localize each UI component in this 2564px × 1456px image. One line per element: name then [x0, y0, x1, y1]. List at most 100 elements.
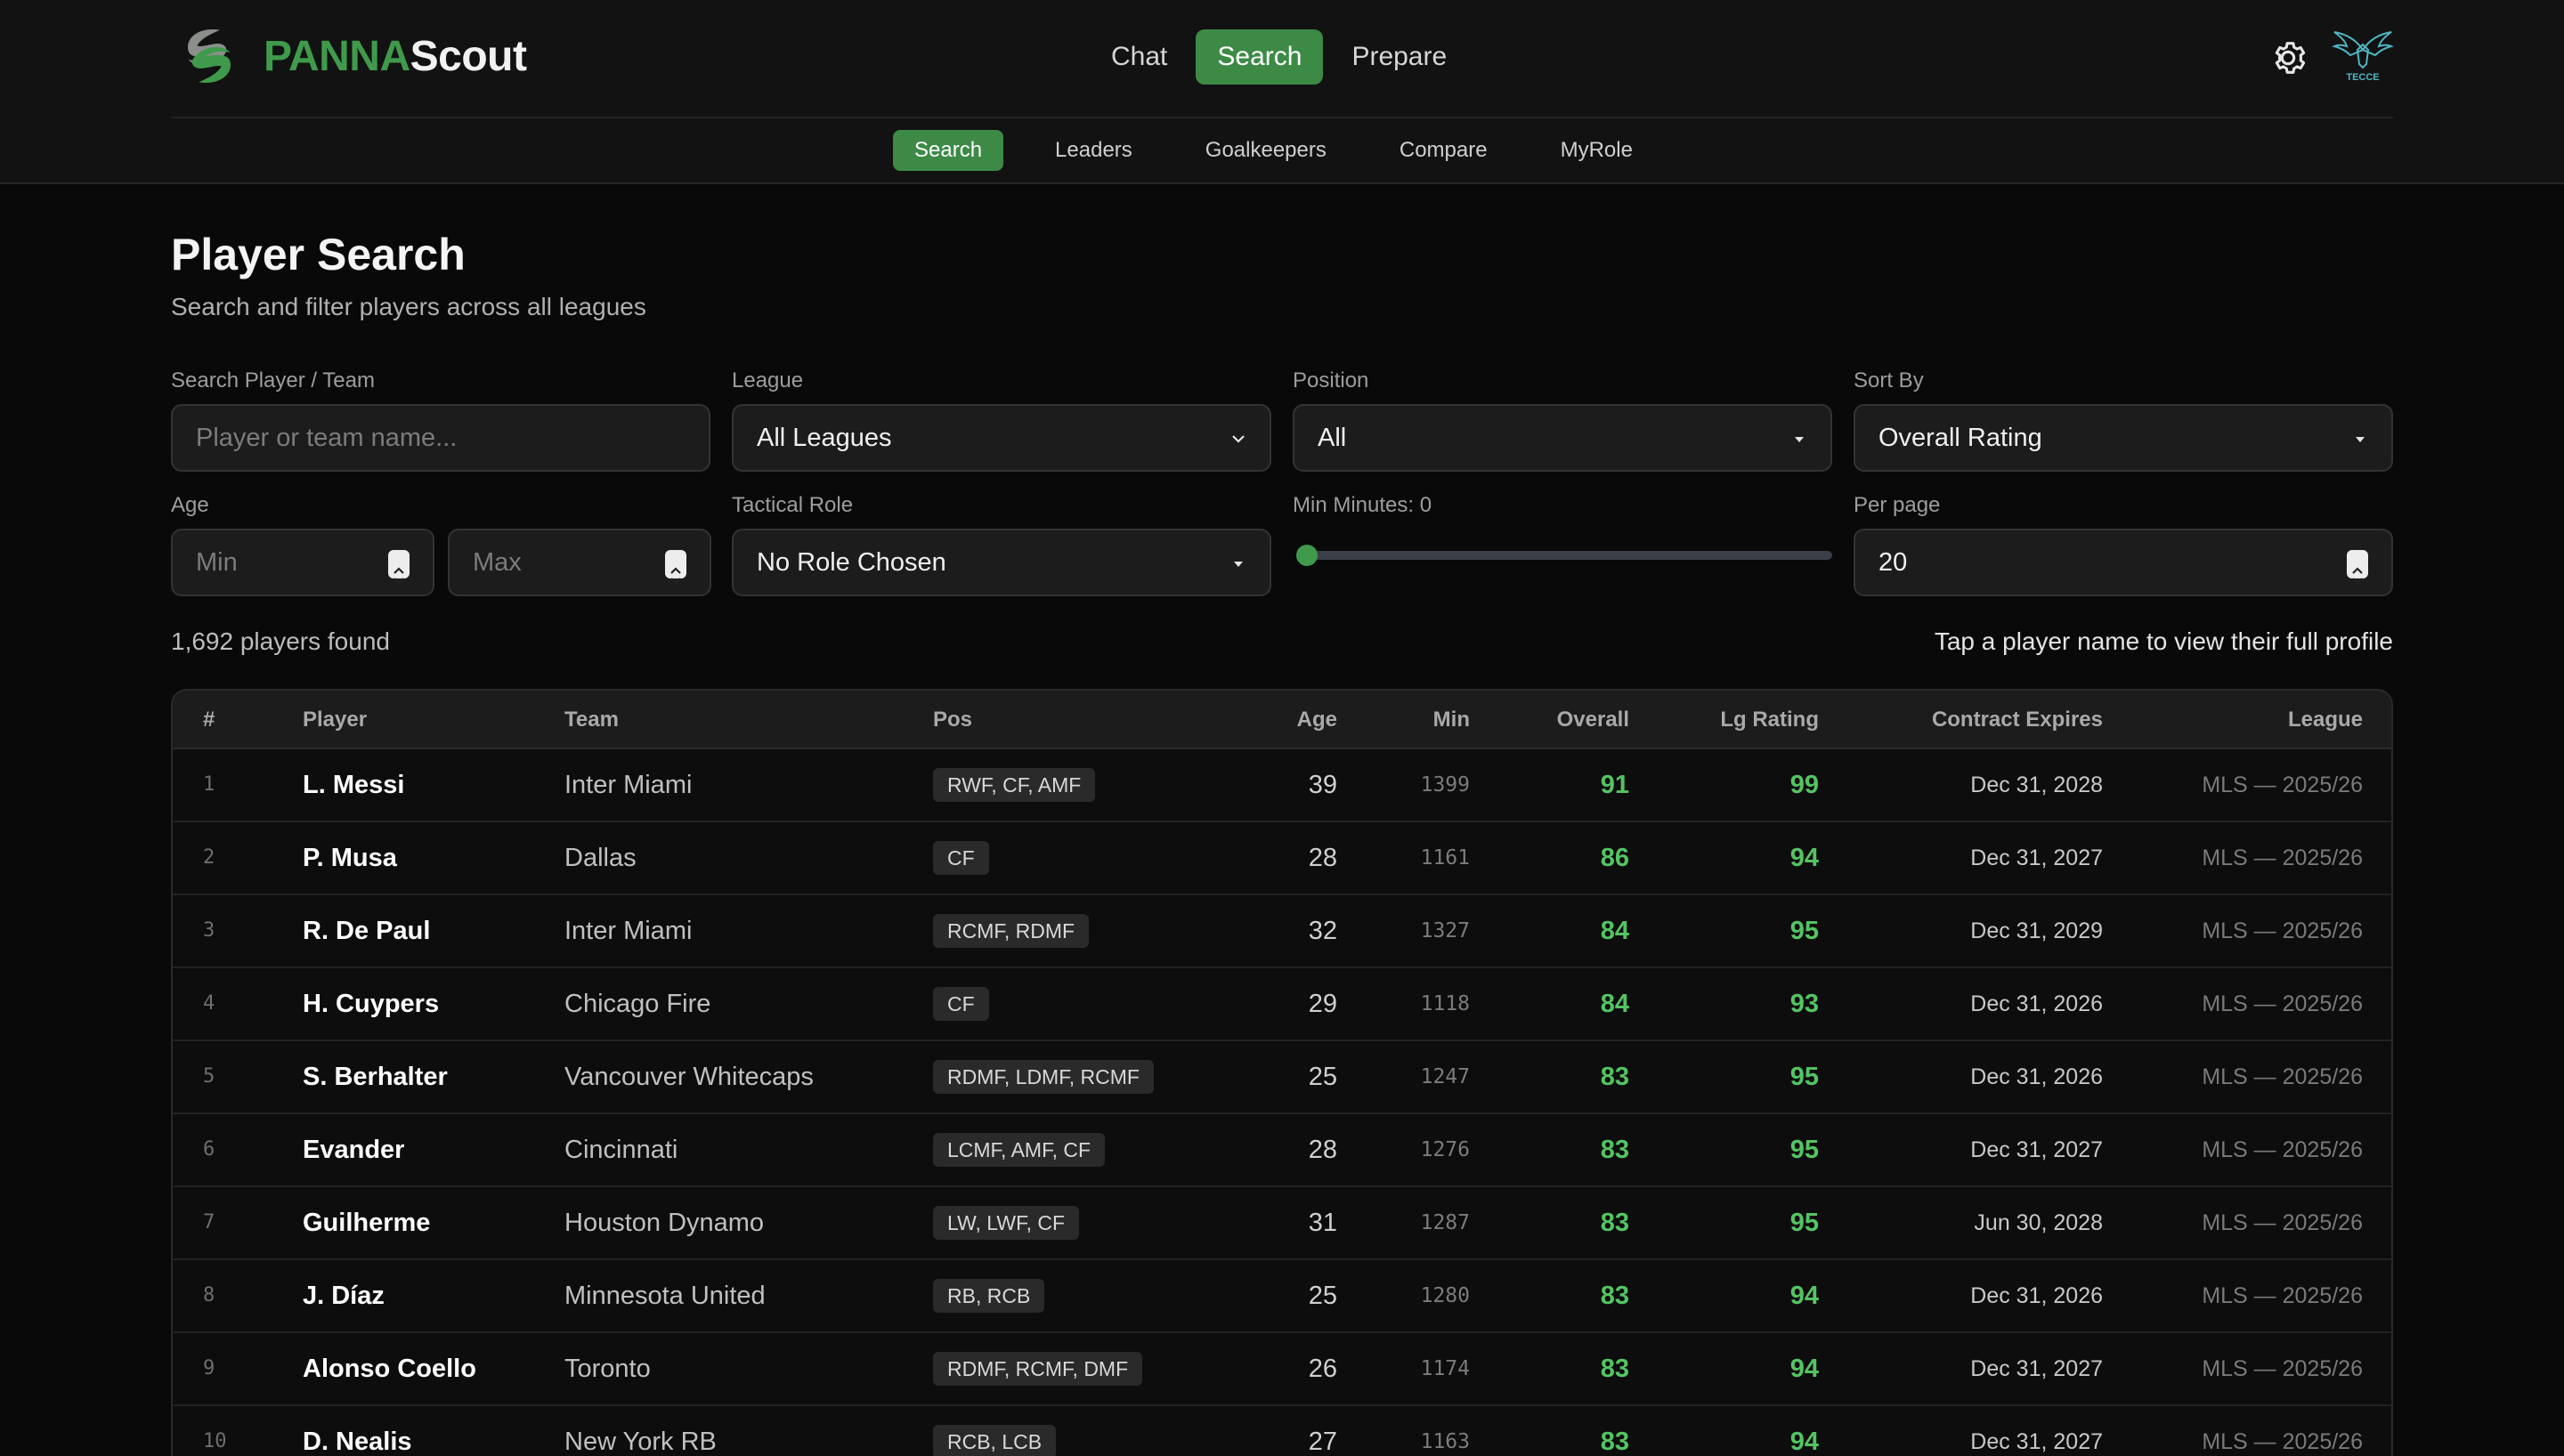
header-min[interactable]: Min: [1433, 691, 1470, 749]
row-age: 28: [1308, 844, 1337, 872]
row-league: MLS — 2025/26: [2202, 1283, 2363, 1308]
sub-nav-goalkeepers[interactable]: Goalkeepers: [1184, 130, 1348, 171]
main-nav: Chat Search Prepare: [1090, 29, 1468, 85]
row-player-name[interactable]: J. Díaz: [303, 1260, 385, 1331]
row-overall: 86: [1600, 844, 1629, 872]
row-player-name[interactable]: Evander: [303, 1114, 404, 1185]
table-row[interactable]: 4 H. Cuypers Chicago Fire CF 29 1118 84 93 Dec 3…: [173, 968, 2391, 1041]
row-overall: 83: [1600, 1209, 1629, 1237]
age-max-input[interactable]: Max: [448, 529, 711, 596]
header-lg-rating[interactable]: Lg Rating: [1720, 691, 1819, 749]
age-max-placeholder: Max: [473, 548, 522, 577]
header-team[interactable]: Team: [564, 691, 619, 749]
gear-icon[interactable]: [2268, 37, 2308, 78]
position-select[interactable]: All: [1293, 404, 1832, 472]
header-overall[interactable]: Overall: [1557, 691, 1629, 749]
sub-nav-search[interactable]: Search: [893, 130, 1004, 171]
row-overall: 83: [1600, 1428, 1629, 1456]
position-badge: RCMF, RDMF: [933, 913, 1090, 948]
app-name: PANNAScout: [264, 32, 527, 80]
row-league: MLS — 2025/26: [2202, 845, 2363, 870]
role-select-value: No Role Chosen: [757, 548, 946, 577]
table-row[interactable]: 5 S. Berhalter Vancouver Whitecaps RDMF, LD…: [173, 1041, 2391, 1114]
row-lg-rating: 94: [1789, 844, 1819, 872]
row-player-name[interactable]: D. Nealis: [303, 1406, 412, 1456]
row-num: 2: [203, 846, 215, 869]
table-row[interactable]: 1 L. Messi Inter Miami RWF, CF, AMF 39 1399 91…: [173, 749, 2391, 822]
header-pos[interactable]: Pos: [933, 691, 972, 749]
table-row[interactable]: 9 Alonso Coello Toronto RDMF, RCMF, DMF 26 11…: [173, 1333, 2391, 1406]
row-lg-rating: 94: [1789, 1282, 1819, 1310]
row-lg-rating: 95: [1789, 1136, 1819, 1164]
role-select[interactable]: No Role Chosen: [732, 529, 1271, 596]
table-row[interactable]: 10 D. Nealis New York RB RCB, LCB 27 1163 83 94…: [173, 1406, 2391, 1456]
search-input[interactable]: Player or team name...: [171, 404, 710, 472]
sort-select[interactable]: Overall Rating: [1854, 404, 2393, 472]
row-lg-rating: 99: [1789, 771, 1819, 799]
row-contract: Dec 31, 2027: [1970, 1429, 2103, 1454]
header-contract[interactable]: Contract Expires: [1932, 691, 2103, 749]
row-age: 28: [1308, 1136, 1337, 1164]
age-min-input[interactable]: Min: [171, 529, 434, 596]
main-nav-search[interactable]: Search: [1196, 29, 1324, 85]
table-row[interactable]: 6 Evander Cincinnati LCMF, AMF, CF 28 1276 83 9…: [173, 1114, 2391, 1187]
perpage-input[interactable]: 20: [1854, 529, 2393, 596]
row-contract: Dec 31, 2027: [1970, 845, 2103, 870]
row-lg-rating: 94: [1789, 1428, 1819, 1456]
row-team: Vancouver Whitecaps: [564, 1063, 814, 1091]
header-player[interactable]: Player: [303, 691, 367, 749]
row-num: 9: [203, 1357, 215, 1379]
row-player-name[interactable]: L. Messi: [303, 749, 404, 821]
row-positions: RB, RCB: [933, 1260, 1045, 1331]
row-player-name[interactable]: P. Musa: [303, 822, 397, 894]
sub-nav-compare[interactable]: Compare: [1378, 130, 1509, 171]
team-logo-text: TECCE: [2346, 72, 2379, 83]
row-age: 29: [1308, 990, 1337, 1018]
age-max-stepper[interactable]: [665, 550, 686, 585]
row-player-name[interactable]: Guilherme: [303, 1187, 430, 1258]
main-nav-prepare[interactable]: Prepare: [1330, 29, 1468, 85]
row-league: MLS — 2025/26: [2202, 772, 2363, 797]
row-player-name[interactable]: S. Berhalter: [303, 1041, 448, 1112]
search-label: Search Player / Team: [171, 368, 375, 392]
minutes-label: Min Minutes: 0: [1293, 493, 1432, 517]
header-num: #: [203, 708, 215, 732]
team-logo-icon[interactable]: TECCE: [2331, 23, 2395, 87]
page-title: Player Search: [171, 230, 466, 279]
position-badge: RWF, CF, AMF: [933, 767, 1096, 802]
row-player-name[interactable]: Alonso Coello: [303, 1333, 476, 1404]
row-age: 25: [1308, 1063, 1337, 1091]
minutes-slider-handle[interactable]: [1296, 545, 1318, 566]
row-age: 27: [1308, 1428, 1337, 1456]
position-badge: CF: [933, 986, 989, 1021]
table-row[interactable]: 8 J. Díaz Minnesota United RB, RCB 25 1280 83 9…: [173, 1260, 2391, 1333]
perpage-stepper[interactable]: [2347, 550, 2368, 585]
row-player-name[interactable]: R. De Paul: [303, 895, 430, 967]
row-team: Minnesota United: [564, 1282, 766, 1310]
league-select[interactable]: All Leagues: [732, 404, 1271, 472]
results-hint: Tap a player name to view their full pro…: [1934, 627, 2393, 655]
row-positions: RDMF, RCMF, DMF: [933, 1333, 1143, 1404]
row-minutes: 1280: [1420, 1284, 1470, 1307]
sub-nav-leaders[interactable]: Leaders: [1034, 130, 1154, 171]
header-league[interactable]: League: [2288, 691, 2363, 749]
table-row[interactable]: 3 R. De Paul Inter Miami RCMF, RDMF 32 1327 84…: [173, 895, 2391, 968]
row-league: MLS — 2025/26: [2202, 1137, 2363, 1162]
row-lg-rating: 95: [1789, 1209, 1819, 1237]
header-age[interactable]: Age: [1297, 691, 1337, 749]
row-age: 25: [1308, 1282, 1337, 1310]
app-logo[interactable]: PANNAScout: [174, 21, 527, 91]
table-row[interactable]: 7 Guilherme Houston Dynamo LW, LWF, CF 31 128…: [173, 1187, 2391, 1260]
main-nav-chat[interactable]: Chat: [1090, 29, 1189, 85]
row-contract: Dec 31, 2026: [1970, 1064, 2103, 1089]
row-positions: RWF, CF, AMF: [933, 749, 1096, 821]
row-contract: Dec 31, 2029: [1970, 918, 2103, 943]
table-row[interactable]: 2 P. Musa Dallas CF 28 1161 86 94 Dec 31, 2027 ML…: [173, 822, 2391, 895]
sub-nav-myrole[interactable]: MyRole: [1539, 130, 1654, 171]
row-player-name[interactable]: H. Cuypers: [303, 968, 439, 1039]
minutes-slider-track[interactable]: [1296, 551, 1832, 560]
position-badge: RCB, LCB: [933, 1424, 1057, 1456]
row-minutes: 1327: [1420, 919, 1470, 942]
age-min-stepper[interactable]: [388, 550, 410, 585]
row-overall: 84: [1600, 917, 1629, 945]
